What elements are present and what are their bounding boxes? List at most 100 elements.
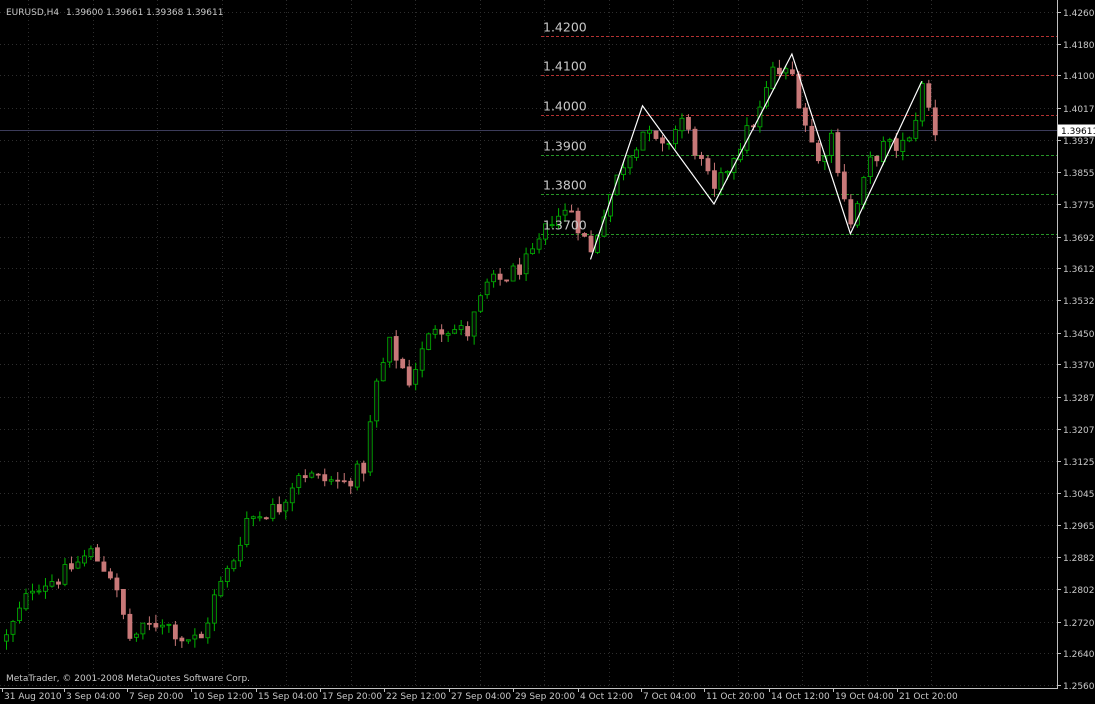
candle-body (374, 380, 380, 422)
candle-body (231, 560, 237, 570)
candle-body (133, 633, 139, 638)
x-tick-label: 29 Sep 20:00 (515, 692, 575, 702)
candle-body (296, 475, 302, 488)
candle-body (348, 480, 354, 487)
candle-body (49, 581, 55, 587)
candle-body (393, 336, 399, 361)
candle-body (699, 154, 704, 159)
candle-body (835, 132, 841, 174)
candle-body (380, 362, 386, 382)
x-tick-label: 21 Oct 20:00 (899, 692, 958, 702)
candle (478, 293, 484, 313)
candle-body (926, 83, 932, 108)
price-tag-text: 1.39611 (1061, 127, 1095, 137)
candle-body (802, 107, 808, 126)
level-label-1-4100: 1.4100 (543, 59, 587, 74)
candle-body (686, 116, 691, 130)
candle-body (419, 348, 425, 371)
x-tick-label: 3 Sep 04:00 (66, 692, 121, 702)
candle (692, 126, 698, 160)
candle-body (172, 624, 178, 640)
candle-body (257, 516, 263, 519)
y-tick-label: 1.41000 (1063, 72, 1095, 82)
candle-body (887, 139, 893, 142)
candle-body (36, 590, 42, 593)
candle-body (387, 336, 393, 363)
candle-body (517, 264, 523, 275)
x-tick-label: 31 Aug 2010 (4, 692, 62, 702)
x-tick-label: 10 Sep 12:00 (193, 692, 253, 702)
y-tick-label: 1.30450 (1063, 490, 1095, 500)
candle-body (413, 369, 419, 385)
candle-body (302, 475, 308, 479)
candle (919, 81, 925, 127)
candle-body (673, 129, 678, 145)
candle-body (491, 273, 497, 283)
y-tick-label: 1.34500 (1063, 330, 1095, 340)
y-tick-label: 1.35325 (1063, 297, 1095, 307)
candle-body (562, 209, 568, 216)
candle-body (341, 480, 347, 483)
candle-body (848, 199, 854, 225)
x-tick-label: 14 Oct 12:00 (771, 692, 830, 702)
candle-body (322, 474, 328, 482)
y-tick-label: 1.32075 (1063, 426, 1095, 436)
candle-body (88, 548, 94, 557)
candle-body (536, 238, 542, 250)
candle (374, 378, 380, 428)
candle-body (913, 119, 919, 139)
candle (367, 414, 373, 477)
candle-body (867, 156, 873, 177)
candle-body (17, 607, 22, 622)
y-tick-label: 1.28025 (1063, 586, 1095, 596)
level-label-1-3900: 1.3900 (543, 139, 587, 154)
level-label-1-3800: 1.3800 (543, 178, 587, 193)
candle-body (627, 156, 633, 169)
candle-body (101, 561, 107, 572)
x-tick-label: 22 Sep 12:00 (386, 692, 446, 702)
candle-body (69, 563, 74, 570)
candle-body (893, 138, 899, 151)
candle-body (179, 637, 185, 642)
y-tick-label: 1.32875 (1063, 394, 1095, 404)
candle-body (712, 170, 717, 189)
candle-body (406, 366, 412, 386)
candle-body (770, 66, 776, 89)
x-tick-label: 7 Sep 20:00 (129, 692, 184, 702)
candle-body (153, 623, 159, 628)
candle-body (367, 421, 373, 473)
candle-body (647, 129, 652, 134)
candle-body (4, 634, 9, 642)
candle-body (250, 516, 256, 519)
candle-body (919, 83, 925, 122)
candle-body (43, 585, 48, 592)
x-tick-label: 15 Sep 04:00 (258, 692, 318, 702)
candle-body (146, 622, 152, 625)
candle-body (841, 171, 847, 200)
candle-body (140, 622, 146, 635)
candle (835, 128, 841, 177)
candle-body (497, 273, 503, 280)
candle (926, 79, 932, 111)
y-tick-label: 1.28825 (1063, 554, 1095, 564)
candle (848, 194, 854, 229)
candle-body (198, 633, 204, 639)
y-tick-label: 1.29650 (1063, 522, 1095, 532)
candle-body (582, 233, 587, 237)
level-label-1-4000: 1.4000 (543, 99, 587, 114)
candle-body (276, 504, 282, 513)
candle (426, 332, 432, 351)
y-tick-label: 1.39375 (1063, 137, 1095, 147)
candle-body (692, 128, 698, 156)
candle-body (121, 588, 126, 615)
candle-body (471, 311, 477, 337)
x-tick-label: 11 Oct 20:00 (706, 692, 765, 702)
candle-body (660, 137, 665, 144)
candle-body (244, 518, 250, 545)
candle-body (315, 473, 321, 476)
x-tick-label: 17 Sep 20:00 (322, 692, 382, 702)
candle-body (725, 171, 730, 174)
candle-body (400, 358, 406, 369)
candle-body (439, 329, 445, 335)
price-chart[interactable]: 1.4200 1.4100 1.4000 1.3900 1.3800 1.3700 EUR… (0, 0, 1095, 704)
